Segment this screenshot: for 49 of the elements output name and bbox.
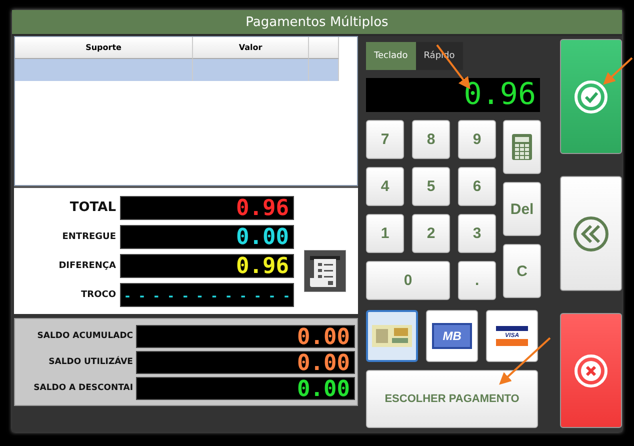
keypad-key[interactable]: 6: [458, 167, 496, 206]
back-button[interactable]: [560, 176, 622, 291]
total-label: TROCO: [80, 290, 116, 300]
close-icon: [574, 354, 608, 388]
keypad-key[interactable]: Del: [503, 182, 542, 236]
annotation-arrow: [603, 57, 633, 85]
keypad-key[interactable]: 9: [458, 120, 496, 159]
total-label: DIFERENÇA: [58, 260, 116, 270]
payment-method-button[interactable]: [366, 310, 418, 362]
keypad-key[interactable]: 0: [366, 261, 450, 300]
banknote-icon: [372, 325, 412, 347]
calculator-button[interactable]: [503, 120, 542, 174]
balance-display: 0.00: [136, 324, 355, 348]
amount-display: 0.96: [120, 254, 294, 278]
cancel-button[interactable]: [560, 313, 622, 428]
blank-column-header: [309, 37, 339, 59]
balance-label: SALDO A DESCONTAI: [32, 383, 133, 393]
total-label: TOTAL: [68, 200, 116, 215]
balance-display: 0.00: [136, 350, 355, 374]
keypad-tab[interactable]: Teclado: [366, 42, 416, 70]
amount-display: 0.96: [120, 196, 294, 220]
window-title: Pagamentos Múltiplos: [12, 10, 622, 36]
payment-method-button[interactable]: MB: [426, 310, 478, 362]
amount-display: 0.00: [120, 224, 294, 248]
amount-input-display: 0.96: [366, 78, 540, 112]
column-header: Valor: [193, 37, 309, 59]
column-header: Suporte: [15, 37, 193, 59]
choose-payment-button[interactable]: ESCOLHER PAGAMENTO: [366, 370, 538, 428]
balance-display: 0.00: [136, 376, 355, 400]
annotation-arrow: [499, 337, 551, 385]
keypad-key[interactable]: 8: [412, 120, 450, 159]
calculator-icon: [512, 134, 532, 160]
check-icon: [574, 80, 608, 114]
balance-label: SALDO ACUMULADC: [36, 331, 133, 341]
keypad-key[interactable]: 5: [412, 167, 450, 206]
keypad-key[interactable]: .: [458, 261, 496, 300]
total-label: ENTREGUE: [61, 232, 116, 242]
keypad-key[interactable]: 4: [366, 167, 404, 206]
amount-display: - - - - - - - - - - - -: [120, 282, 294, 306]
keypad-key[interactable]: 7: [366, 120, 404, 159]
keypad-key[interactable]: 1: [366, 214, 404, 253]
keypad-key[interactable]: C: [503, 244, 542, 298]
balance-label: SALDO UTILIZÁVE: [48, 357, 133, 367]
receipt-icon[interactable]: [304, 250, 346, 292]
keypad-key[interactable]: 3: [458, 214, 496, 253]
mb-logo: MB: [432, 323, 472, 349]
confirm-button[interactable]: [560, 39, 622, 154]
double-chevron-left-icon: [573, 216, 609, 252]
keypad-key[interactable]: 2: [412, 214, 450, 253]
